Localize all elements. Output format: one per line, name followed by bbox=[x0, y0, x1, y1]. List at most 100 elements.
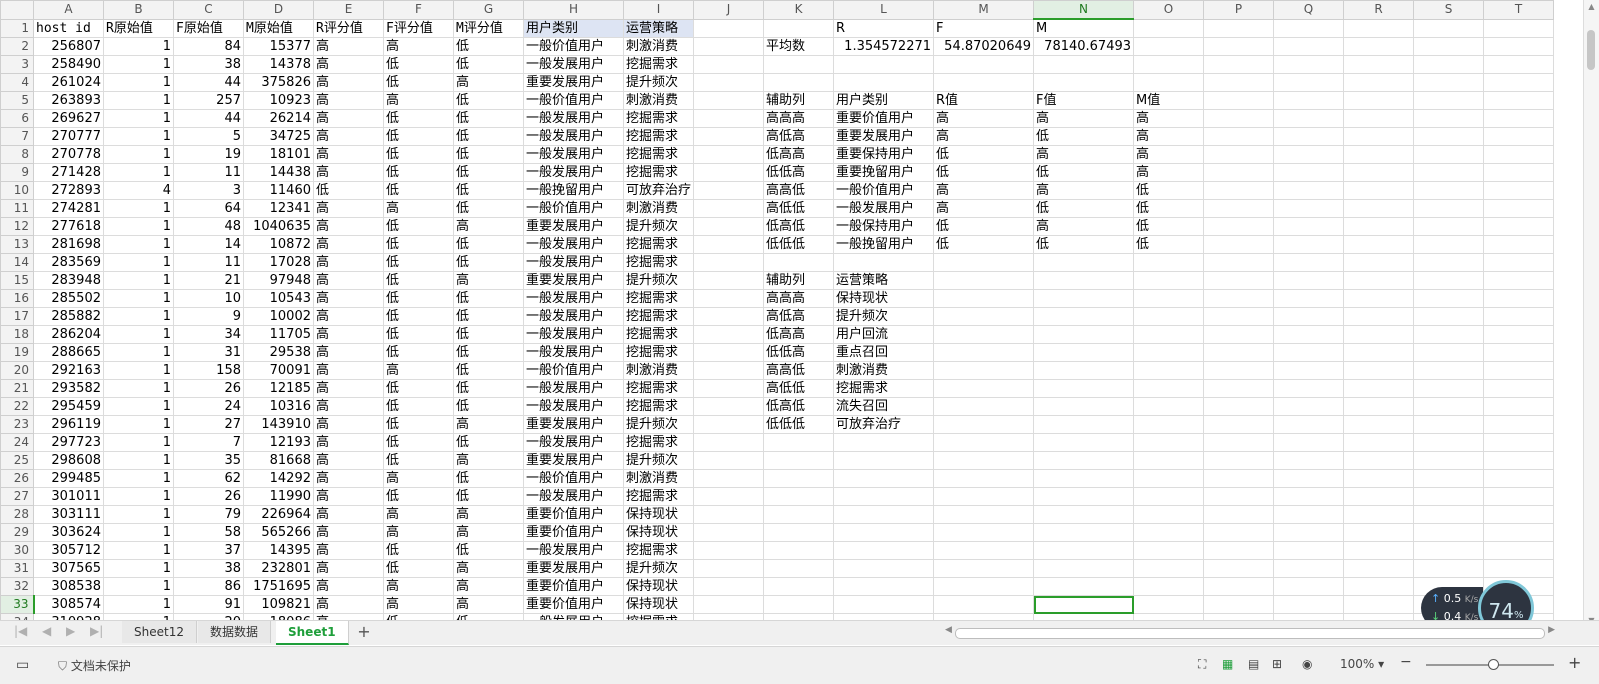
cell-a22[interactable]: 295459 bbox=[33, 397, 104, 416]
cell-b20[interactable]: 1 bbox=[103, 361, 174, 380]
cell-i12[interactable]: 提升频次 bbox=[622, 217, 695, 236]
cell-m24[interactable] bbox=[933, 433, 1035, 452]
cell-l26[interactable] bbox=[833, 469, 935, 488]
cell-a23[interactable]: 296119 bbox=[33, 415, 104, 434]
cell-t9[interactable] bbox=[1483, 163, 1555, 182]
cell-p31[interactable] bbox=[1203, 559, 1275, 578]
cell-o24[interactable] bbox=[1133, 433, 1205, 452]
cell-i24[interactable]: 挖掘需求 bbox=[622, 433, 695, 452]
cell-g8[interactable]: 低 bbox=[453, 145, 524, 164]
cell-l27[interactable] bbox=[833, 487, 935, 506]
cell-n21[interactable] bbox=[1033, 379, 1135, 398]
row-header-2[interactable]: 2 bbox=[0, 37, 34, 56]
cell-a32[interactable]: 308538 bbox=[33, 577, 104, 596]
cell-m17[interactable] bbox=[933, 307, 1035, 326]
cell-a2[interactable]: 256807 bbox=[33, 37, 104, 56]
row-header-25[interactable]: 25 bbox=[0, 451, 34, 470]
cell-k23[interactable]: 低低低 bbox=[763, 415, 835, 434]
cell-d27[interactable]: 11990 bbox=[243, 487, 314, 506]
cell-e1[interactable]: R评分值 bbox=[313, 18, 384, 38]
cell-h10[interactable]: 一般挽留用户 bbox=[523, 181, 624, 200]
cell-s27[interactable] bbox=[1413, 487, 1485, 506]
column-header-g[interactable]: G bbox=[453, 0, 524, 20]
cell-n6[interactable]: 高 bbox=[1033, 109, 1135, 128]
cell-b6[interactable]: 1 bbox=[103, 109, 174, 128]
cell-o14[interactable] bbox=[1133, 253, 1205, 272]
cell-j16[interactable] bbox=[693, 289, 765, 308]
row-header-30[interactable]: 30 bbox=[0, 541, 34, 560]
row-header-13[interactable]: 13 bbox=[0, 235, 34, 254]
cell-i15[interactable]: 提升频次 bbox=[622, 271, 695, 290]
cell-b30[interactable]: 1 bbox=[103, 541, 174, 560]
cell-j24[interactable] bbox=[693, 433, 765, 452]
cell-q22[interactable] bbox=[1273, 397, 1345, 416]
cell-m32[interactable] bbox=[933, 577, 1035, 596]
column-header-d[interactable]: D bbox=[243, 0, 314, 20]
cell-c23[interactable]: 27 bbox=[173, 415, 244, 434]
cell-k30[interactable] bbox=[763, 541, 835, 560]
cell-b25[interactable]: 1 bbox=[103, 451, 174, 470]
cell-p17[interactable] bbox=[1203, 307, 1275, 326]
cell-f29[interactable]: 高 bbox=[383, 523, 454, 542]
cell-r11[interactable] bbox=[1343, 199, 1415, 218]
cell-q27[interactable] bbox=[1273, 487, 1345, 506]
cell-g3[interactable]: 低 bbox=[453, 55, 524, 74]
cell-p6[interactable] bbox=[1203, 109, 1275, 128]
column-header-j[interactable]: J bbox=[693, 0, 765, 20]
cell-i11[interactable]: 刺激消费 bbox=[622, 199, 695, 218]
cell-l31[interactable] bbox=[833, 559, 935, 578]
cell-m31[interactable] bbox=[933, 559, 1035, 578]
cell-n18[interactable] bbox=[1033, 325, 1135, 344]
cell-f24[interactable]: 低 bbox=[383, 433, 454, 452]
cell-c14[interactable]: 11 bbox=[173, 253, 244, 272]
cell-f17[interactable]: 低 bbox=[383, 307, 454, 326]
cell-q10[interactable] bbox=[1273, 181, 1345, 200]
cell-s25[interactable] bbox=[1413, 451, 1485, 470]
cell-t19[interactable] bbox=[1483, 343, 1555, 362]
cell-j18[interactable] bbox=[693, 325, 765, 344]
row-header-11[interactable]: 11 bbox=[0, 199, 34, 218]
cell-t22[interactable] bbox=[1483, 397, 1555, 416]
cell-k18[interactable]: 低高高 bbox=[763, 325, 835, 344]
cell-j28[interactable] bbox=[693, 505, 765, 524]
cell-o32[interactable] bbox=[1133, 577, 1205, 596]
cell-d28[interactable]: 226964 bbox=[243, 505, 314, 524]
cell-m26[interactable] bbox=[933, 469, 1035, 488]
cell-o26[interactable] bbox=[1133, 469, 1205, 488]
cell-i4[interactable]: 提升频次 bbox=[622, 73, 695, 92]
cell-p20[interactable] bbox=[1203, 361, 1275, 380]
cell-b19[interactable]: 1 bbox=[103, 343, 174, 362]
cell-s23[interactable] bbox=[1413, 415, 1485, 434]
cell-e30[interactable]: 高 bbox=[313, 541, 384, 560]
cell-k3[interactable] bbox=[763, 55, 835, 74]
cell-s10[interactable] bbox=[1413, 181, 1485, 200]
column-header-t[interactable]: T bbox=[1483, 0, 1555, 20]
cell-r15[interactable] bbox=[1343, 271, 1415, 290]
cell-g7[interactable]: 低 bbox=[453, 127, 524, 146]
cell-r9[interactable] bbox=[1343, 163, 1415, 182]
cell-l6[interactable]: 重要价值用户 bbox=[833, 109, 935, 128]
cell-n22[interactable] bbox=[1033, 397, 1135, 416]
horizontal-scrollbar[interactable]: ◀ ▶ bbox=[945, 625, 1555, 639]
cell-m29[interactable] bbox=[933, 523, 1035, 542]
cell-d11[interactable]: 12341 bbox=[243, 199, 314, 218]
row-header-7[interactable]: 7 bbox=[0, 127, 34, 146]
cell-l9[interactable]: 重要挽留用户 bbox=[833, 163, 935, 182]
cell-q6[interactable] bbox=[1273, 109, 1345, 128]
cell-k27[interactable] bbox=[763, 487, 835, 506]
cell-g26[interactable]: 低 bbox=[453, 469, 524, 488]
cell-e31[interactable]: 高 bbox=[313, 559, 384, 578]
cell-n3[interactable] bbox=[1033, 55, 1135, 74]
cell-e4[interactable]: 高 bbox=[313, 73, 384, 92]
cell-s3[interactable] bbox=[1413, 55, 1485, 74]
cell-l10[interactable]: 一般价值用户 bbox=[833, 181, 935, 200]
cell-e9[interactable]: 高 bbox=[313, 163, 384, 182]
cell-o18[interactable] bbox=[1133, 325, 1205, 344]
cell-q19[interactable] bbox=[1273, 343, 1345, 362]
cell-h18[interactable]: 一般发展用户 bbox=[523, 325, 624, 344]
cell-s5[interactable] bbox=[1413, 91, 1485, 110]
cell-i18[interactable]: 挖掘需求 bbox=[622, 325, 695, 344]
row-header-9[interactable]: 9 bbox=[0, 163, 34, 182]
cell-f26[interactable]: 高 bbox=[383, 469, 454, 488]
cell-e15[interactable]: 高 bbox=[313, 271, 384, 290]
